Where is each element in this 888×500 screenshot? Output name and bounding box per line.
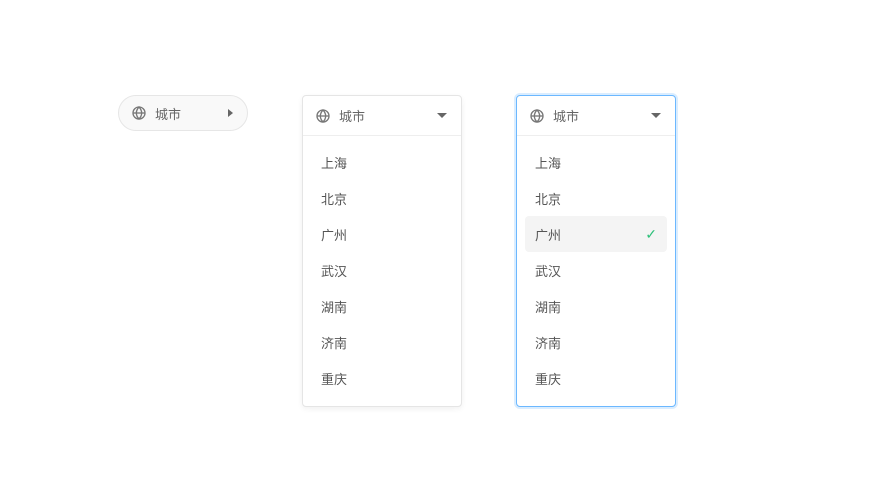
city-dropdown-list: 上海✓北京✓广州✓武汉✓湖南✓济南✓重庆✓	[303, 136, 461, 406]
list-item-label: 北京	[321, 189, 347, 208]
chevron-down-icon	[437, 113, 447, 118]
list-item[interactable]: 广州✓	[311, 216, 453, 252]
list-item[interactable]: 重庆✓	[525, 360, 667, 396]
list-item-label: 湖南	[321, 297, 347, 316]
city-dropdown-pill[interactable]: 城市	[118, 95, 248, 131]
list-item[interactable]: 上海✓	[525, 144, 667, 180]
list-item-label: 武汉	[321, 261, 347, 280]
list-item[interactable]: 上海✓	[311, 144, 453, 180]
chevron-down-icon	[651, 113, 661, 118]
list-item[interactable]: 广州 ✓	[525, 216, 667, 252]
globe-icon	[131, 105, 147, 121]
list-item-label: 重庆	[321, 369, 347, 388]
city-dropdown-open: 城市 上海✓北京✓广州✓武汉✓湖南✓济南✓重庆✓	[302, 95, 462, 407]
list-item[interactable]: 武汉✓	[525, 252, 667, 288]
list-item-label: 上海	[535, 153, 561, 172]
city-dropdown-label: 城市	[553, 106, 643, 125]
list-item-label: 广州	[321, 225, 347, 244]
list-item-label: 北京	[535, 189, 561, 208]
list-item-label: 广州	[535, 225, 561, 244]
chevron-right-icon	[228, 109, 233, 117]
list-item[interactable]: 武汉✓	[311, 252, 453, 288]
city-dropdown-header[interactable]: 城市	[303, 96, 461, 136]
list-item[interactable]: 重庆✓	[311, 360, 453, 396]
list-item[interactable]: 北京✓	[311, 180, 453, 216]
list-item[interactable]: 济南✓	[311, 324, 453, 360]
list-item[interactable]: 济南✓	[525, 324, 667, 360]
list-item[interactable]: 湖南✓	[525, 288, 667, 324]
list-item-label: 济南	[535, 333, 561, 352]
city-dropdown-label: 城市	[155, 104, 200, 123]
city-dropdown-label: 城市	[339, 106, 429, 125]
list-item[interactable]: 北京✓	[525, 180, 667, 216]
list-item-label: 湖南	[535, 297, 561, 316]
city-dropdown-header[interactable]: 城市	[517, 96, 675, 136]
city-dropdown-focused: 城市 上海✓北京✓ 广州 ✓ 武汉✓湖南✓济南✓重庆✓	[516, 95, 676, 407]
list-item[interactable]: 湖南✓	[311, 288, 453, 324]
globe-icon	[315, 108, 331, 124]
check-icon: ✓	[645, 226, 657, 243]
list-item-label: 上海	[321, 153, 347, 172]
list-item-label: 济南	[321, 333, 347, 352]
globe-icon	[529, 108, 545, 124]
list-item-label: 武汉	[535, 261, 561, 280]
city-dropdown-list: 上海✓北京✓ 广州 ✓ 武汉✓湖南✓济南✓重庆✓	[517, 136, 675, 406]
list-item-label: 重庆	[535, 369, 561, 388]
